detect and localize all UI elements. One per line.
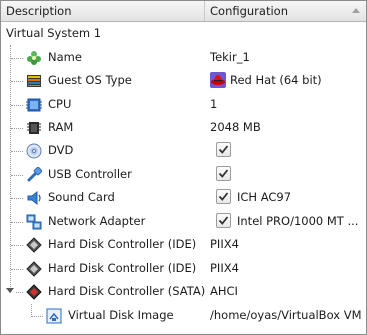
tree-row-hdc-ide-2[interactable]: Hard Disk Controller (IDE) PIIX4 [1,257,366,280]
item-value-hdc-ide-2[interactable]: PIIX4 [210,257,362,280]
item-label-virtual-disk-image: Virtual Disk Image [68,308,174,322]
redhat-icon [210,71,226,88]
sort-arrow-icon [352,8,360,13]
hdc-ide-1-value: PIIX4 [210,237,239,251]
item-value-name[interactable]: Tekir_1 [210,46,362,69]
column-header-description[interactable]: Description [1,1,205,21]
tree-branch [11,245,23,246]
tree-row-name[interactable]: Name Tekir_1 [1,46,366,69]
disk-controller-sata-icon [26,284,42,300]
tree-row-guest-os-type[interactable]: Guest OS Type Red Hat (64 bit) [1,69,366,92]
disk-controller-icon [26,261,42,277]
item-value-usb-controller[interactable] [210,163,362,186]
item-value-sound-card[interactable]: ICH AC97 [210,186,362,209]
item-value-ram[interactable]: 2048 MB [210,116,362,139]
expand-arrow-icon[interactable] [6,288,14,293]
column-header-configuration[interactable]: Configuration [205,1,366,21]
tree-header: Description Configuration [1,1,366,22]
usb-icon [26,166,43,183]
tree-row-sound-card[interactable]: Sound Card ICH AC97 [1,186,366,209]
tree-branch [11,105,23,106]
network-adapter-icon [26,214,42,230]
item-value-guest-os-type[interactable]: Red Hat (64 bit) [210,69,362,92]
cpu-value: 1 [210,97,218,111]
virtual-system-label: Virtual System 1 [6,26,102,40]
tree-branch [11,198,23,199]
dvd-icon [26,143,42,159]
item-label-hdc-ide-2: Hard Disk Controller (IDE) [48,261,197,275]
os-type-icon [26,73,42,89]
item-value-network-adapter[interactable]: Intel PRO/1000 MT ... [210,210,362,233]
tree-branch [16,292,23,293]
name-icon [26,50,42,66]
tree-branch [11,58,23,59]
tree-branch [11,81,23,82]
tree-row-virtual-disk-image[interactable]: Virtual Disk Image /home/oyas/VirtualBox… [1,304,366,327]
network-adapter-checkbox[interactable] [216,212,231,228]
sound-card-icon [26,190,42,206]
item-label-dvd: DVD [48,143,74,157]
sound-card-checkbox[interactable] [216,188,231,204]
item-label-hdc-ide-1: Hard Disk Controller (IDE) [48,237,197,251]
tree-row-ram[interactable]: RAM 2048 MB [1,116,366,139]
usb-checkbox[interactable] [216,165,231,181]
guest-os-value: Red Hat (64 bit) [230,73,322,87]
item-label-usb-controller: USB Controller [48,167,132,181]
tree-branch [11,269,23,270]
virtual-disk-image-value: /home/oyas/VirtualBox VM... [210,308,362,322]
tree-branch [11,175,23,176]
ram-value: 2048 MB [210,120,261,134]
tree-branch [11,222,23,223]
tree-row-cpu[interactable]: CPU 1 [1,93,366,116]
tree-row-hdc-ide-1[interactable]: Hard Disk Controller (IDE) PIIX4 [1,233,366,256]
disk-controller-icon [26,237,42,253]
item-label-guest-os-type: Guest OS Type [48,73,132,87]
virtual-disk-icon [46,308,62,324]
item-label-network-adapter: Network Adapter [48,214,146,228]
sound-card-value: ICH AC97 [237,190,292,204]
ram-icon [26,120,42,136]
name-value: Tekir_1 [210,50,250,64]
tree-row-virtual-system[interactable]: Virtual System 1 [1,22,366,45]
tree-row-network-adapter[interactable]: Network Adapter Intel PRO/1000 MT ... [1,210,366,233]
item-value-dvd[interactable] [210,139,362,162]
cpu-icon [26,97,42,113]
item-label-hdc-sata: Hard Disk Controller (SATA) [48,284,206,298]
item-label-sound-card: Sound Card [48,190,115,204]
network-adapter-value: Intel PRO/1000 MT ... [237,214,359,228]
tree-branch [11,151,23,152]
item-label-name: Name [48,50,82,64]
tree-row-dvd[interactable]: DVD [1,139,366,162]
dvd-checkbox[interactable] [216,141,231,157]
item-label-cpu: CPU [48,97,72,111]
hdc-sata-value: AHCI [210,284,238,298]
appliance-settings-tree: Description Configuration Virtual System… [0,0,367,335]
tree-row-hdc-sata[interactable]: Hard Disk Controller (SATA) AHCI [1,280,366,303]
item-value-hdc-sata[interactable]: AHCI [210,280,362,303]
hdc-ide-2-value: PIIX4 [210,261,239,275]
item-label-ram: RAM [48,120,74,134]
item-value-virtual-disk-image[interactable]: /home/oyas/VirtualBox VM... [210,304,362,327]
tree-branch [11,128,23,129]
item-value-cpu[interactable]: 1 [210,93,362,116]
item-value-hdc-ide-1[interactable]: PIIX4 [210,233,362,256]
tree-row-usb-controller[interactable]: USB Controller [1,163,366,186]
tree-branch [32,316,43,317]
